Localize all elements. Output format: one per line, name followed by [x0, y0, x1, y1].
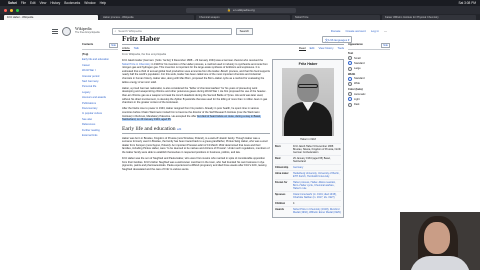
page-title: Fritz Haber [122, 34, 161, 43]
portrait-photo[interactable] [282, 68, 334, 136]
infobox-row: Awards Nobel Prize in Chemistry (1918), R… [275, 205, 341, 214]
radio-selected-icon[interactable] [348, 76, 352, 81]
tab-article[interactable]: Article [122, 46, 130, 51]
lead-paragraph-1: Fritz Jakob Haber (German: [ˈfʁɪts ˈhaːb… [122, 59, 270, 84]
appearance-option[interactable]: Standard [348, 61, 390, 66]
address-bar[interactable]: 🔒 en.wikipedia.org [186, 7, 296, 13]
appearance-option-label: Standard [354, 61, 365, 65]
minimize-window-icon[interactable] [10, 8, 13, 12]
radio-selected-icon[interactable] [348, 61, 352, 66]
personal-tools: Donate Create account Log in ⋯ [331, 29, 387, 33]
tab-tools[interactable]: Tools [337, 46, 344, 51]
portrait-caption: Haber in 1918 [300, 137, 316, 141]
toc-hide-button[interactable]: hide [109, 43, 118, 48]
wikipedia-globe-logo[interactable] [62, 26, 71, 36]
radio-icon[interactable] [348, 66, 352, 71]
menu-history[interactable]: History [50, 1, 60, 5]
tab-nobel-prize[interactable]: Nobel Prize [292, 15, 380, 20]
menu-view[interactable]: View [40, 1, 47, 5]
tab-chemical-weapon[interactable]: Chemical weapon [196, 15, 290, 20]
title-divider [122, 44, 344, 45]
search-icon: ⌕ [114, 29, 117, 33]
search-button[interactable]: Search [235, 27, 254, 35]
radio-icon[interactable] [348, 102, 352, 107]
menu-window[interactable]: Window [84, 1, 95, 5]
radio-selected-icon[interactable] [348, 97, 352, 102]
create-account-link[interactable]: Create account [345, 29, 365, 33]
radio-icon[interactable] [348, 92, 352, 97]
infobox-title: Fritz Haber [298, 62, 318, 66]
radio-icon[interactable] [348, 56, 352, 61]
appearance-header: Appearance hide [348, 43, 390, 50]
article-body: Fritz Jakob Haber (German: [ˈfʁɪts ˈhaːb… [122, 59, 270, 174]
table-of-contents: Contents hide (Top) Early life and educa… [82, 43, 118, 139]
tab-haber-process[interactable]: Haber process - Wikipedia [100, 15, 194, 20]
appearance-option-label: Dark [354, 103, 360, 106]
infobox: Fritz Haber Haber in 1918 Born Fritz Jako… [272, 59, 344, 218]
appearance-option[interactable]: Small [348, 56, 390, 61]
webcam-overlay [400, 212, 480, 270]
appearance-option-label: Automatic [354, 92, 366, 96]
tab-read[interactable]: Read [298, 46, 306, 51]
more-options-icon[interactable]: ⋯ [384, 29, 387, 33]
appearance-option-label: Small [354, 56, 361, 60]
toc-item-external-links[interactable]: External links [82, 133, 118, 138]
infobox-row: Died 29 January 1934 (aged 65) Basel, Swi… [275, 154, 341, 164]
appearance-option[interactable]: Large [348, 66, 390, 71]
appearance-option-label: Light [354, 97, 360, 101]
language-button[interactable]: 文A 96 languages ▾ [322, 36, 353, 43]
menubar-clock[interactable]: Sat 3:08 PM [458, 1, 476, 5]
browser-toolbar: 🔒 en.wikipedia.org [0, 6, 480, 14]
appearance-option[interactable]: Wide [348, 81, 390, 86]
infobox-row: Born Fritz Jakob Haber 9 December 1868 Br… [275, 142, 341, 154]
close-window-icon[interactable] [4, 8, 7, 12]
zoom-window-icon[interactable] [16, 8, 19, 12]
section-edit-link[interactable]: edit [177, 128, 181, 131]
infobox-row: Spouses Clara Immerwahr (m. 1901; died 19… [275, 190, 341, 200]
login-link[interactable]: Log in [371, 29, 379, 33]
lead-paragraph-2: Haber, a proud German nationalist, is al… [122, 86, 268, 105]
tab-fritz-haber[interactable]: Fritz Haber - Wikipedia [4, 15, 98, 20]
section-heading-early-life: Early life and education edit [122, 126, 270, 134]
main-menu-icon[interactable] [52, 28, 58, 34]
article-tabs: Article Talk Read Edit View history Tool… [122, 46, 344, 51]
infobox-row: Known for Haber process, Haber–Weiss reac… [275, 178, 341, 191]
address-bar-url: en.wikipedia.org [233, 8, 255, 12]
appearance-option[interactable]: Automatic [348, 92, 390, 97]
menu-edit[interactable]: Edit [30, 1, 36, 5]
appearance-group-label: Width [348, 72, 356, 76]
tab-talk[interactable]: Talk [134, 46, 139, 51]
appearance-group-label: Text [348, 52, 354, 55]
tab-view-history[interactable]: View history [318, 46, 333, 51]
tab-strip: Fritz Haber - Wikipedia Haber process - … [0, 14, 480, 20]
menu-help[interactable]: Help [100, 1, 107, 5]
appearance-option-label: Wide [354, 82, 360, 86]
menu-bookmarks[interactable]: Bookmarks [64, 1, 80, 5]
appearance-panel: Appearance hide Text Small Standard Large Wi… [348, 43, 390, 108]
appearance-option-label: Large [354, 67, 361, 71]
donate-link[interactable]: Donate [331, 29, 341, 33]
tab-edit[interactable]: Edit [310, 46, 315, 51]
toc-header: Contents hide [82, 43, 118, 50]
appearance-option[interactable]: Light [348, 97, 390, 102]
appearance-option[interactable]: Dark [348, 102, 390, 107]
appearance-group-label: Color (beta) [348, 87, 363, 91]
radio-icon[interactable] [348, 81, 352, 86]
section-paragraph-2: Fritz Haber was the son of Siegfried and… [122, 157, 267, 172]
section-paragraph-1: Haber was born in Breslau, Kingdom of Pr… [122, 136, 270, 155]
appearance-option-label: Standard [354, 77, 365, 81]
appearance-hide-button[interactable]: hide [381, 43, 390, 48]
menu-file[interactable]: File [21, 1, 26, 5]
tab-kaiser-wilhelm-institute[interactable]: Kaiser Wilhelm Institute for Physical Ch… [382, 15, 476, 20]
wikipedia-wordmark[interactable]: Wikipedia The Free Encyclopedia [75, 27, 100, 35]
menu-app-name[interactable]: Safari [8, 1, 17, 5]
site-subtitle: From Wikipedia, the free encyclopedia [122, 53, 167, 56]
lead-paragraph-3: After the Nazis rose to power in 1933, H… [122, 107, 261, 122]
lock-icon: 🔒 [227, 8, 232, 12]
infobox-row: Alma mater Heidelberg University, Univers… [275, 169, 341, 178]
appearance-option[interactable]: Standard [348, 76, 390, 81]
